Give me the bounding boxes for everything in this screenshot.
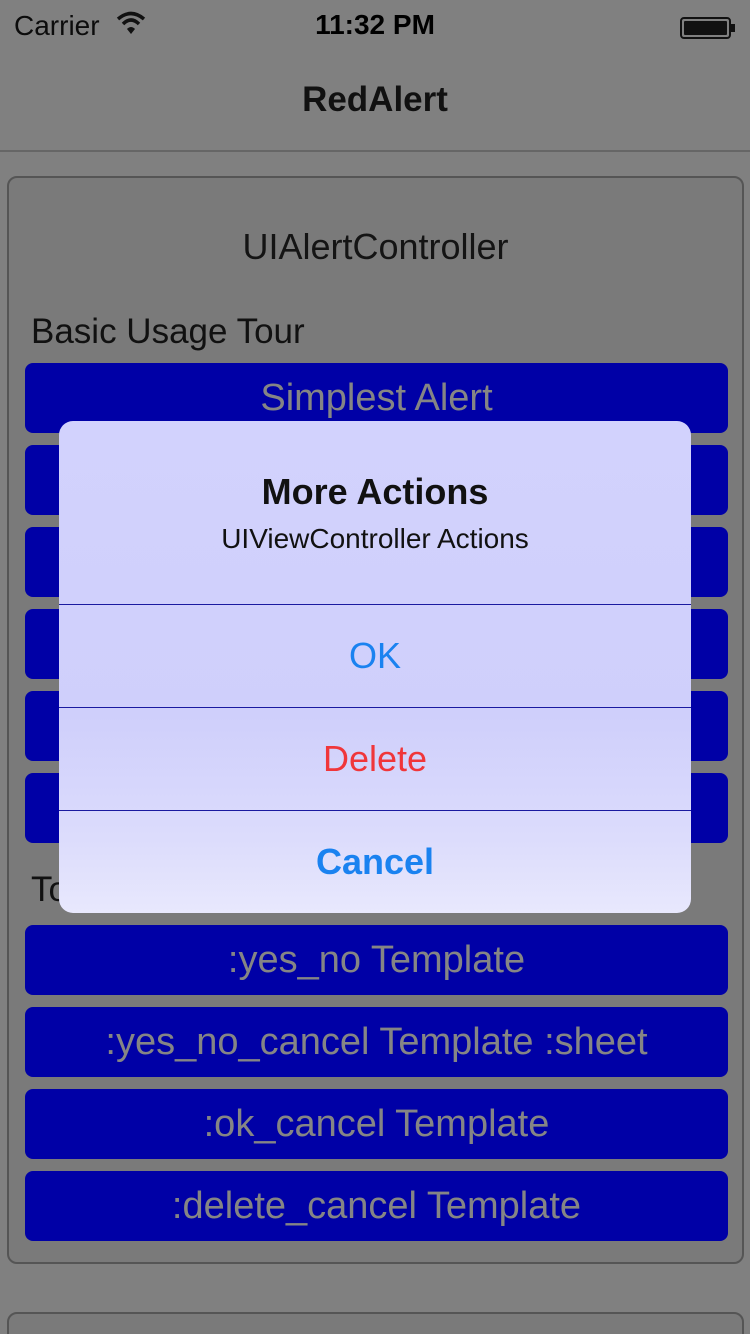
cancel-button[interactable]: Cancel <box>59 810 691 912</box>
alert-message: UIViewController Actions <box>221 523 529 554</box>
alert-dialog: More Actions UIViewController Actions OK… <box>59 421 691 913</box>
alert-title: More Actions <box>261 471 489 512</box>
ok-button[interactable]: OK <box>59 604 691 706</box>
delete-button[interactable]: Delete <box>59 707 691 809</box>
